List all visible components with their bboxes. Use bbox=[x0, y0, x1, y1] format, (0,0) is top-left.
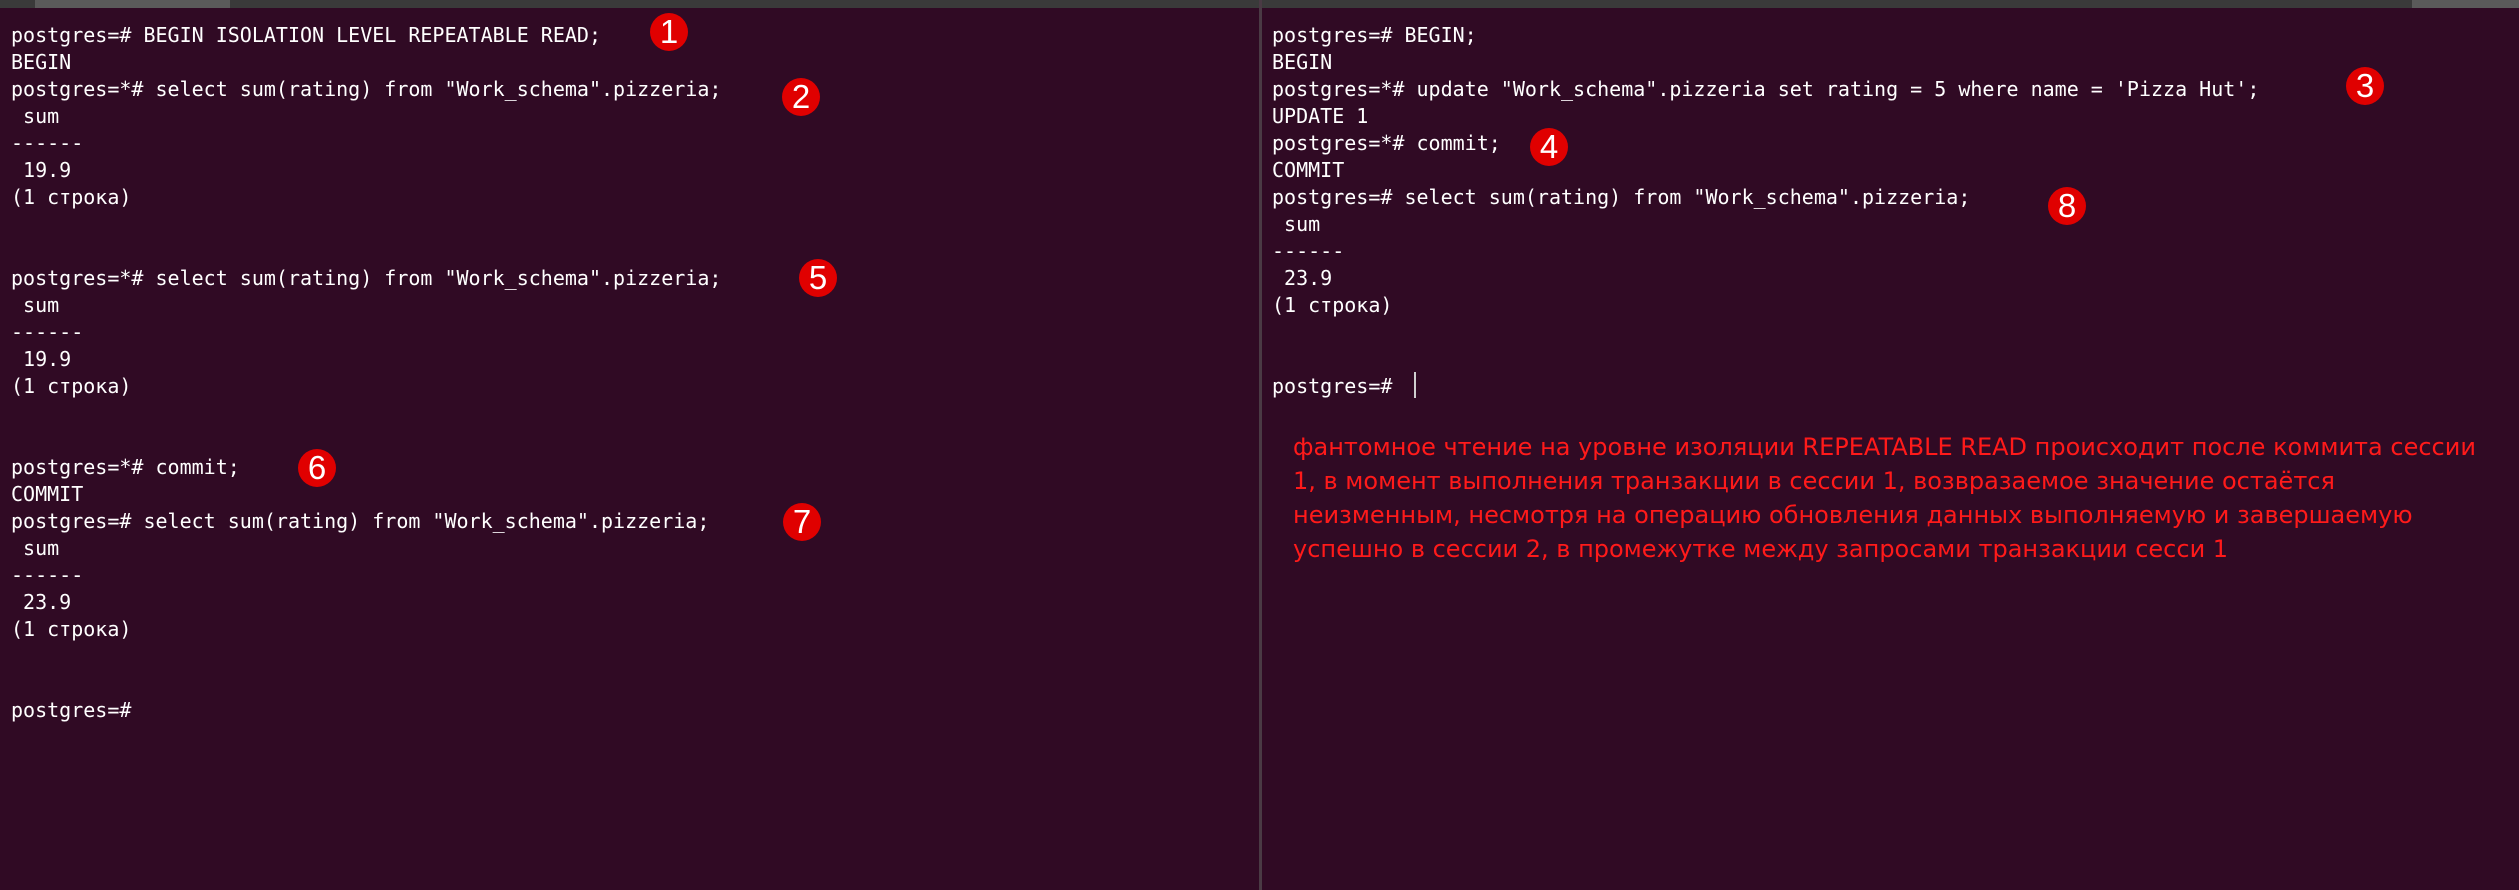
terminal-line: postgres=# select sum(rating) from "Work… bbox=[11, 509, 710, 533]
session-2-output: postgres=# BEGIN; BEGIN postgres=*# upda… bbox=[1272, 22, 2259, 400]
left-pane-tab[interactable] bbox=[35, 0, 230, 8]
terminal-prompt-line: postgres=# bbox=[11, 698, 132, 722]
terminal-line: sum bbox=[1272, 212, 1321, 236]
terminal-line: postgres=# BEGIN ISOLATION LEVEL REPEATA… bbox=[11, 23, 602, 47]
terminal-window: postgres=# BEGIN ISOLATION LEVEL REPEATA… bbox=[0, 0, 2519, 890]
explanation-note: фантомное чтение на уровне изоляции REPE… bbox=[1293, 433, 2476, 563]
terminal-line: 19.9 bbox=[11, 158, 72, 182]
terminal-line: 23.9 bbox=[1272, 266, 1333, 290]
right-pane-tab-bar bbox=[1262, 0, 2519, 8]
text-cursor bbox=[1414, 372, 1416, 398]
terminal-line: postgres=*# commit; bbox=[1272, 131, 1501, 155]
step-badge-5: 5 bbox=[799, 259, 837, 297]
terminal-line: postgres=*# select sum(rating) from "Wor… bbox=[11, 266, 722, 290]
terminal-line: postgres=# select sum(rating) from "Work… bbox=[1272, 185, 1971, 209]
terminal-line: BEGIN bbox=[11, 50, 72, 74]
step-badge-4: 4 bbox=[1530, 128, 1568, 166]
step-badge-2: 2 bbox=[782, 78, 820, 116]
terminal-line: postgres=*# update "Work_schema".pizzeri… bbox=[1272, 77, 2260, 101]
terminal-line: ------ bbox=[1272, 239, 1345, 263]
terminal-line: (1 строка) bbox=[11, 185, 132, 209]
terminal-line: UPDATE 1 bbox=[1272, 104, 1369, 128]
terminal-line: ------ bbox=[11, 563, 84, 587]
left-pane-tab-bar bbox=[0, 0, 1259, 8]
terminal-line: (1 строка) bbox=[11, 374, 132, 398]
terminal-line: sum bbox=[11, 536, 60, 560]
right-pane-tab[interactable] bbox=[2412, 0, 2519, 8]
session-1-output: postgres=# BEGIN ISOLATION LEVEL REPEATA… bbox=[11, 22, 721, 724]
terminal-line: BEGIN bbox=[1272, 50, 1333, 74]
terminal-line: postgres=*# commit; bbox=[11, 455, 240, 479]
terminal-line: sum bbox=[11, 104, 60, 128]
terminal-line: ------ bbox=[11, 320, 84, 344]
step-badge-8: 8 bbox=[2048, 187, 2086, 225]
step-badge-7: 7 bbox=[783, 503, 821, 541]
terminal-line: 19.9 bbox=[11, 347, 72, 371]
step-badge-6: 6 bbox=[298, 449, 336, 487]
terminal-line: ------ bbox=[11, 131, 84, 155]
terminal-line: COMMIT bbox=[11, 482, 84, 506]
terminal-line: (1 строка) bbox=[1272, 293, 1393, 317]
step-badge-3: 3 bbox=[2346, 67, 2384, 105]
terminal-line: postgres=# BEGIN; bbox=[1272, 23, 1477, 47]
terminal-line: (1 строка) bbox=[11, 617, 132, 641]
terminal-pane-session-1[interactable]: postgres=# BEGIN ISOLATION LEVEL REPEATA… bbox=[0, 8, 1259, 890]
terminal-line: postgres=*# select sum(rating) from "Wor… bbox=[11, 77, 722, 101]
terminal-line: 23.9 bbox=[11, 590, 72, 614]
terminal-prompt-line: postgres=# bbox=[1272, 374, 1393, 398]
terminal-line: sum bbox=[11, 293, 60, 317]
terminal-line: COMMIT bbox=[1272, 158, 1345, 182]
step-badge-1: 1 bbox=[650, 13, 688, 51]
